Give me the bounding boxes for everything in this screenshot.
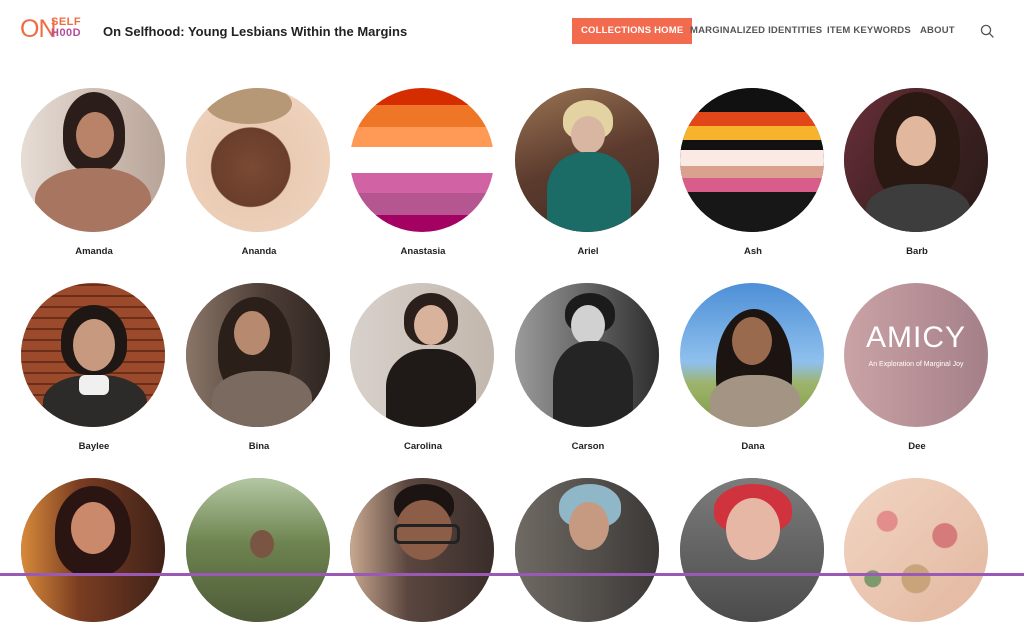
person-photo[interactable] — [680, 283, 824, 427]
person-name[interactable]: Ariel — [515, 246, 661, 257]
person-card[interactable]: Ananda — [186, 88, 332, 257]
person-card[interactable]: Ash — [680, 88, 826, 257]
person-photo[interactable] — [844, 88, 988, 232]
person-photo[interactable] — [515, 283, 659, 427]
person-card[interactable] — [350, 478, 496, 622]
person-photo[interactable] — [186, 283, 330, 427]
person-photo[interactable] — [21, 88, 165, 232]
amicy-cover-image[interactable]: AMICY An Exploration of Marginal Joy — [844, 283, 988, 427]
amicy-subtitle: An Exploration of Marginal Joy — [868, 361, 964, 368]
person-photo[interactable] — [21, 283, 165, 427]
person-name[interactable]: Baylee — [21, 441, 167, 452]
person-photo[interactable] — [186, 88, 330, 232]
person-photo[interactable] — [680, 478, 824, 622]
person-card[interactable]: Baylee — [21, 283, 167, 452]
amicy-title: AMICY — [865, 321, 966, 354]
person-card[interactable]: Amanda — [21, 88, 167, 257]
person-name[interactable]: Ash — [680, 246, 826, 257]
person-card[interactable]: AMICY An Exploration of Marginal Joy Dee — [844, 283, 990, 452]
person-name[interactable]: Amanda — [21, 246, 167, 257]
person-card[interactable]: Carolina — [350, 283, 496, 452]
people-grid: Amanda Ananda Anastasia Ariel Ash Barb B… — [0, 0, 1024, 622]
person-name[interactable]: Barb — [844, 246, 990, 257]
person-card[interactable]: Dana — [680, 283, 826, 452]
person-photo[interactable] — [515, 88, 659, 232]
person-name[interactable]: Ananda — [186, 246, 332, 257]
person-photo[interactable] — [21, 478, 165, 622]
person-photo[interactable] — [515, 478, 659, 622]
person-photo[interactable] — [186, 478, 330, 622]
person-card[interactable] — [680, 478, 826, 622]
person-name[interactable]: Carolina — [350, 441, 496, 452]
person-card[interactable] — [844, 478, 990, 622]
person-card[interactable] — [21, 478, 167, 622]
person-name[interactable]: Anastasia — [350, 246, 496, 257]
person-name[interactable]: Dana — [680, 441, 826, 452]
person-photo[interactable] — [350, 478, 494, 622]
person-photo[interactable] — [680, 88, 824, 232]
person-card[interactable]: Ariel — [515, 88, 661, 257]
person-card[interactable]: Anastasia — [350, 88, 496, 257]
person-card[interactable] — [186, 478, 332, 622]
person-card[interactable]: Carson — [515, 283, 661, 452]
person-card[interactable]: Barb — [844, 88, 990, 257]
person-card[interactable]: Bina — [186, 283, 332, 452]
person-photo[interactable] — [350, 283, 494, 427]
person-name[interactable]: Bina — [186, 441, 332, 452]
lesbian-flag-image[interactable] — [350, 88, 494, 232]
person-photo[interactable] — [844, 478, 988, 622]
person-card[interactable] — [515, 478, 661, 622]
person-name[interactable]: Carson — [515, 441, 661, 452]
person-name[interactable]: Dee — [844, 441, 990, 452]
